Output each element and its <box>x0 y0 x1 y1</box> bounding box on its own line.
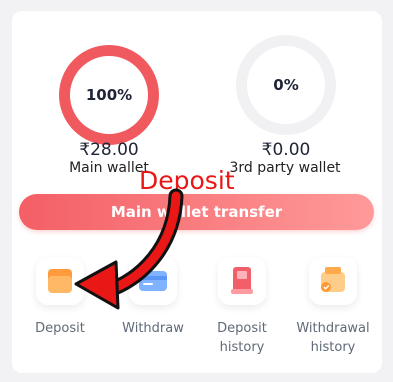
annotation-arrow <box>74 188 184 310</box>
